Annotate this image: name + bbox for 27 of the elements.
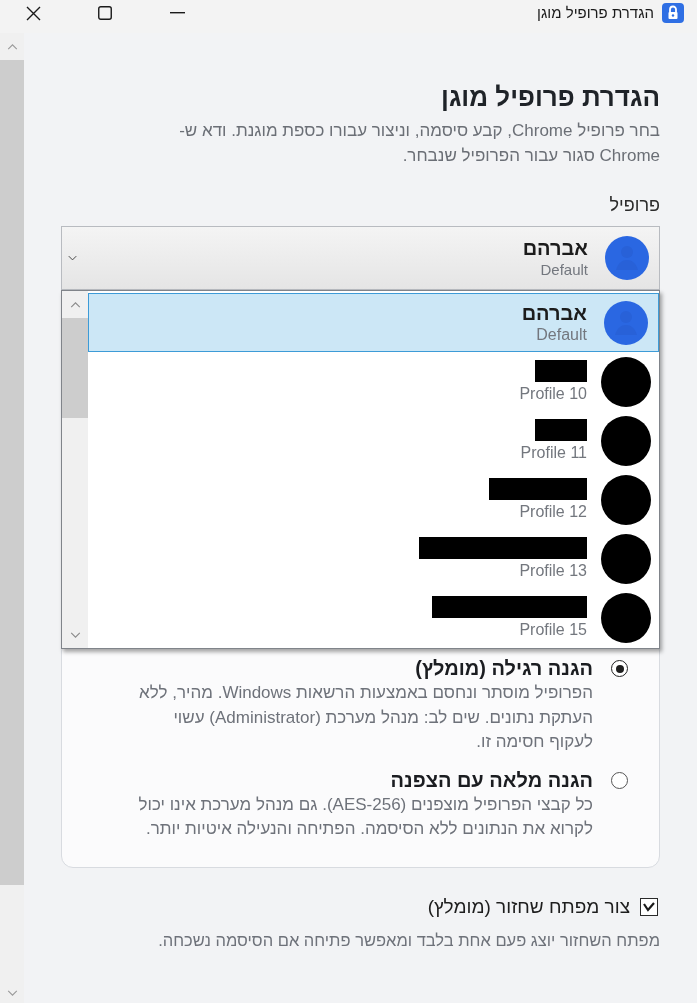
scroll-down-icon[interactable]	[69, 631, 81, 638]
option-title: הגנה מלאה עם הצפנה	[390, 767, 593, 793]
radio-button[interactable]	[611, 660, 628, 677]
recovery-key-checkbox[interactable]	[640, 897, 658, 916]
scrollbar-thumb[interactable]	[62, 318, 88, 418]
minimize-icon	[169, 12, 185, 14]
scroll-up-icon[interactable]	[69, 301, 81, 308]
redaction-bar	[535, 359, 587, 382]
radio-button[interactable]	[611, 771, 628, 789]
checkbox-description: מפתח השחזור יוצג פעם אחת בלבד ומאפשר פתיחה אם הסיסמה נשכחה.	[157, 929, 660, 951]
avatar-icon	[605, 236, 649, 280]
checkmark-icon	[643, 901, 655, 912]
option-description: כל קבצי הפרופיל מוצפנים (AES-256). גם מנהל מערכת אינו יכול לקרוא את הנתונים ללא הסיסמה. הפתיחה והנעילה איטיות יותר.	[137, 793, 593, 840]
redaction-bar	[535, 418, 587, 441]
field-label: פרופיל	[609, 194, 660, 217]
window-title: הגדרת פרופיל מוגן	[537, 3, 654, 23]
close-icon	[25, 5, 41, 21]
option-title: הגנה רגילה (מומלץ)	[415, 656, 593, 681]
page-heading: הגדרת פרופיל מוגן	[440, 81, 660, 113]
chevron-down-icon	[68, 255, 77, 261]
lock-icon	[662, 3, 684, 23]
scroll-up-icon[interactable]	[6, 43, 18, 50]
page-description: בחר פרופיל Chrome, קבע סיסמה, וניצור עבורו כספת מוגנת. ודא ש-Chrome סגור עבור הפרופיל שנבחר.	[178, 120, 660, 167]
scroll-down-icon[interactable]	[6, 990, 18, 996]
checkbox-label: צור מפתח שחזור (מומלץ)	[427, 895, 630, 918]
option-description: הפרופיל מוסתר ונחסם באמצעות הרשאות Windows. מהיר, ללא העתקת נתונים. שים לב: מנהל מערכת (Administrator) עשוי לעקוף חסימה זו.	[138, 682, 593, 753]
maximize-icon	[98, 6, 112, 20]
